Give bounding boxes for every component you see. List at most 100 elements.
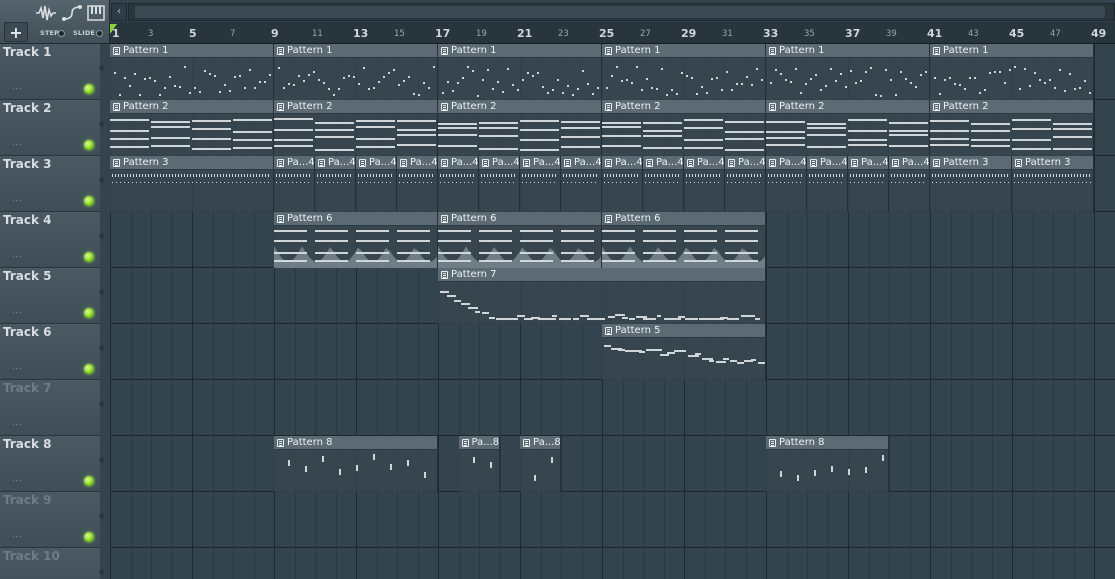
pattern-clip[interactable]: Pa...8 [458,436,500,492]
clip-header[interactable]: Pa...4 [438,156,478,170]
track-name[interactable]: Track 8 [3,437,52,451]
track-header[interactable]: Track 1... [0,44,103,100]
clip-header[interactable]: Pattern 3 [110,156,273,170]
pattern-clip[interactable]: Pa...4 [561,156,602,212]
pattern-clip[interactable]: Pa...4 [315,156,356,212]
pattern-clip[interactable]: Pa...4 [848,156,889,212]
clip-header[interactable]: Pa...4 [889,156,929,170]
horizontal-scrollbar[interactable] [128,3,1115,21]
pattern-clip[interactable]: Pattern 8 [766,436,889,492]
pattern-clip[interactable]: Pa...4 [479,156,520,212]
track-options-dots[interactable]: ... [12,474,23,483]
track-resize-grip[interactable] [99,568,103,576]
track-enable-led[interactable] [84,84,94,94]
clip-header[interactable]: Pa...8 [520,436,560,450]
pattern-clip[interactable]: Pattern 3 [1012,156,1094,212]
clip-header[interactable]: Pa...8 [458,436,499,450]
track-name[interactable]: Track 3 [3,157,52,171]
clip-header[interactable]: Pattern 6 [274,212,437,226]
clip-header[interactable]: Pattern 2 [274,100,437,114]
track-header[interactable]: Track 7... [0,380,103,436]
pattern-clip[interactable]: Pa...4 [766,156,807,212]
pattern-clip[interactable]: Pa...4 [274,156,315,212]
pattern-clip[interactable]: Pattern 1 [274,44,438,100]
pattern-clip[interactable]: Pattern 1 [766,44,930,100]
pattern-clip[interactable]: Pattern 3 [110,156,274,212]
pattern-clip[interactable]: Pattern 8 [274,436,438,492]
track-header[interactable]: Track 8... [0,436,103,492]
track-options-dots[interactable]: ... [12,306,23,315]
waveform-icon[interactable] [35,4,57,22]
clip-header[interactable]: Pa...4 [725,156,765,170]
clip-header[interactable]: Pattern 8 [766,436,888,450]
slide-curve-icon[interactable] [61,4,83,22]
track-resize-grip[interactable] [99,176,103,184]
track-resize-grip[interactable] [99,512,103,520]
pattern-clip[interactable]: Pattern 1 [110,44,274,100]
add-track-button[interactable]: + [4,22,28,42]
pattern-clip[interactable]: Pa...8 [520,436,561,492]
track-enable-led[interactable] [84,308,94,318]
clip-header[interactable]: Pattern 6 [602,212,765,226]
pattern-clip[interactable]: Pa...4 [520,156,561,212]
track-enable-led[interactable] [84,140,94,150]
pattern-clip[interactable]: Pattern 5 [602,324,766,380]
pattern-clip[interactable]: Pattern 2 [110,100,274,156]
track-resize-grip[interactable] [99,400,103,408]
track-options-dots[interactable]: ... [12,250,23,259]
clip-header[interactable]: Pattern 3 [930,156,1011,170]
pattern-clip[interactable]: Pa...4 [725,156,766,212]
track-name[interactable]: Track 1 [3,45,52,59]
track-name[interactable]: Track 6 [3,325,52,339]
pattern-clip[interactable]: Pa...4 [438,156,479,212]
pattern-clip[interactable]: Pattern 2 [438,100,602,156]
clip-header[interactable]: Pa...4 [848,156,888,170]
pattern-clip[interactable]: Pa...4 [889,156,930,212]
track-enable-led[interactable] [84,196,94,206]
playlist-grid[interactable]: Pattern 1 Pattern 1 Pattern 1 Pattern 1 Patt… [110,44,1115,579]
clip-header[interactable]: Pa...4 [766,156,806,170]
slide-toggle[interactable] [96,30,103,37]
pattern-clip[interactable]: Pattern 2 [602,100,766,156]
pattern-clip[interactable]: Pattern 2 [766,100,930,156]
pattern-clip[interactable]: Pattern 3 [930,156,1012,212]
clip-header[interactable]: Pattern 2 [930,100,1093,114]
clip-header[interactable]: Pa...4 [602,156,642,170]
track-resize-grip[interactable] [99,120,103,128]
clip-header[interactable]: Pa...4 [561,156,601,170]
clip-header[interactable]: Pattern 2 [602,100,765,114]
track-name[interactable]: Track 10 [3,549,60,563]
pattern-clip[interactable]: Pattern 7 [438,268,766,324]
track-options-dots[interactable]: ... [12,418,23,427]
track-options-dots[interactable]: ... [12,138,23,147]
track-enable-led[interactable] [84,364,94,374]
pattern-clip[interactable]: Pattern 1 [930,44,1094,100]
pattern-clip[interactable]: Pattern 2 [274,100,438,156]
clip-header[interactable]: Pattern 7 [438,268,765,282]
track-enable-led[interactable] [84,476,94,486]
track-options-dots[interactable]: ... [12,82,23,91]
pattern-clip[interactable]: Pattern 1 [438,44,602,100]
track-header[interactable]: Track 2... [0,100,103,156]
track-resize-grip[interactable] [99,344,103,352]
track-resize-grip[interactable] [99,232,103,240]
track-enable-led[interactable] [84,252,94,262]
clip-header[interactable]: Pattern 1 [930,44,1093,58]
clip-header[interactable]: Pattern 1 [602,44,765,58]
track-name[interactable]: Track 7 [3,381,52,395]
clip-header[interactable]: Pattern 3 [1012,156,1093,170]
track-header[interactable]: Track 3... [0,156,103,212]
clip-header[interactable]: Pattern 8 [274,436,437,450]
clip-header[interactable]: Pa...4 [479,156,519,170]
timeline-ruler[interactable]: 1 5 9 13 17 21 25 29 33 37 41 45 49 3 7 11 15 19 23 27 31 35 3… [110,22,1115,44]
clip-header[interactable]: Pa...4 [807,156,847,170]
clip-header[interactable]: Pa...4 [684,156,724,170]
clip-header[interactable]: Pa...4 [643,156,683,170]
pattern-clip[interactable]: Pattern 6 [602,212,766,268]
pattern-clip[interactable]: Pattern 6 [274,212,438,268]
track-enable-led[interactable] [84,532,94,542]
scroll-left-button[interactable]: ‹ [111,3,127,21]
pattern-clip[interactable]: Pa...4 [807,156,848,212]
clip-header[interactable]: Pattern 1 [766,44,929,58]
track-header[interactable]: Track 4... [0,212,103,268]
